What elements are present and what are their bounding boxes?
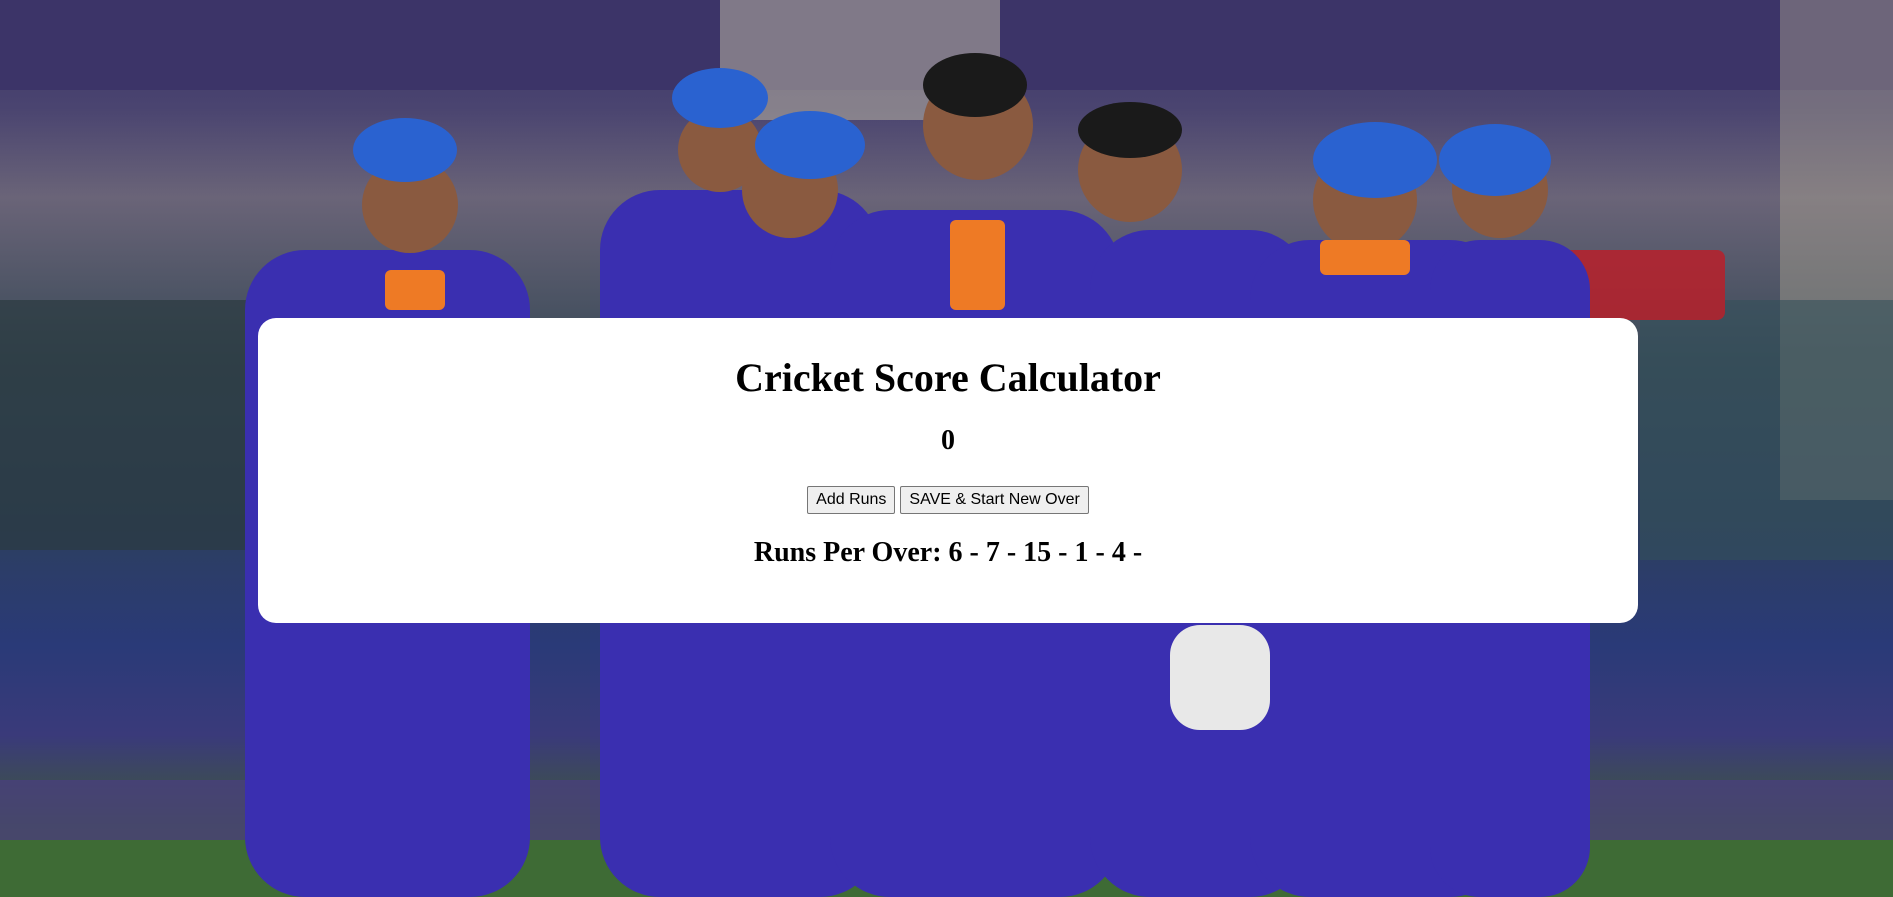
add-runs-button[interactable]: Add Runs xyxy=(807,486,896,514)
save-start-new-over-button[interactable]: SAVE & Start New Over xyxy=(900,486,1089,514)
runs-per-over-summary: Runs Per Over: 6 - 7 - 15 - 1 - 4 - xyxy=(753,537,1143,568)
action-buttons: Add Runs SAVE & Start New Over xyxy=(258,486,1638,514)
page-title: Cricket Score Calculator xyxy=(735,355,1161,400)
score-display: 0 xyxy=(941,425,955,456)
score-calculator-card: Cricket Score Calculator 0 Add Runs SAVE… xyxy=(258,318,1638,623)
